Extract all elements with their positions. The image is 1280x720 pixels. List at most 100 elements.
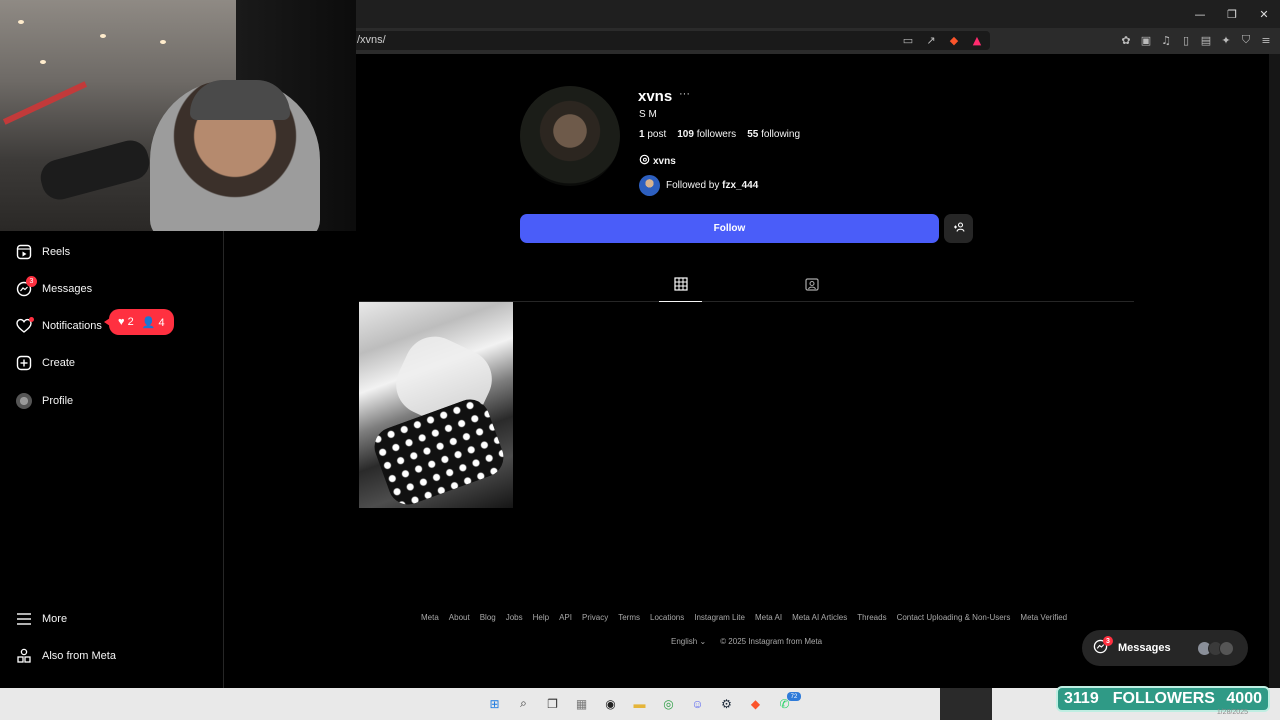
obs-icon[interactable]: ◉ xyxy=(600,693,621,714)
post-thumbnail[interactable] xyxy=(359,302,513,508)
followed-by[interactable]: Followed by fzx_444 xyxy=(639,175,758,196)
goal-target: 4000 xyxy=(1226,690,1262,707)
footer-link[interactable]: Blog xyxy=(480,613,496,622)
footer-link[interactable]: Meta Verified xyxy=(1020,613,1067,622)
profile-username: xvns xyxy=(638,88,673,105)
page-scrollbar[interactable] xyxy=(1269,54,1280,688)
address-bar[interactable] xyxy=(350,31,990,50)
tagged-icon xyxy=(805,277,819,296)
messages-badge: 3 xyxy=(26,276,37,287)
browser-menu-icon[interactable]: ≡ xyxy=(1258,33,1274,47)
footer-link[interactable]: Contact Uploading & Non-Users xyxy=(897,613,1011,622)
profile-full-name: S M xyxy=(639,109,657,120)
search-icon[interactable]: ⌕ xyxy=(513,693,534,714)
restore-button[interactable]: ❐ xyxy=(1216,0,1248,28)
task-view-icon[interactable]: ❐ xyxy=(542,693,563,714)
tab-search-icon[interactable]: ▣ xyxy=(1138,33,1154,47)
url-text[interactable]: /xvns/ xyxy=(357,34,386,46)
vpn-icon[interactable]: ⛉ xyxy=(1238,33,1254,47)
followed-by-user: fzx_444 xyxy=(722,180,759,191)
sidebar-item-also-from-meta[interactable]: Also from Meta xyxy=(16,644,116,668)
grid-icon xyxy=(673,277,688,296)
media-icon[interactable]: ♫ xyxy=(1158,33,1174,47)
language-label: English xyxy=(671,637,698,646)
store-icon[interactable]: ▦ xyxy=(571,693,592,714)
share-icon[interactable]: ↗ xyxy=(923,33,939,47)
plus-square-icon xyxy=(16,355,32,371)
file-explorer-icon[interactable]: ▬ xyxy=(629,693,650,714)
follows-count-value: 4 xyxy=(158,316,165,329)
following-stat[interactable]: 55 following xyxy=(747,129,800,140)
footer-link[interactable]: Meta AI Articles xyxy=(792,613,847,622)
taskbar-active-window xyxy=(940,688,992,720)
sidebar-item-create[interactable]: Create xyxy=(16,351,75,375)
close-window-button[interactable]: ✕ xyxy=(1248,0,1280,28)
sidebar-item-notifications[interactable]: Notifications xyxy=(16,314,102,338)
heart-icon xyxy=(16,317,34,334)
discord-icon[interactable]: ☺ xyxy=(687,693,708,714)
wallet-icon[interactable]: ▤ xyxy=(1198,33,1214,47)
messages-float-label: Messages xyxy=(1118,642,1171,654)
window-controls: — ❐ ✕ xyxy=(1184,0,1280,28)
chevron-down-icon: ⌄ xyxy=(699,637,707,646)
sidebar-item-label: Create xyxy=(42,357,76,369)
sidebar-item-label: Profile xyxy=(42,395,74,407)
goal-date: 1/28/2025 xyxy=(1216,709,1248,716)
sidebar-item-profile[interactable]: Profile xyxy=(16,389,73,413)
footer-link[interactable]: Locations xyxy=(650,613,684,622)
tab-tagged[interactable] xyxy=(802,277,822,297)
followed-by-prefix: Followed by xyxy=(666,180,720,191)
profile-avatar-icon xyxy=(16,393,32,409)
taskbar-icons: ⊞ ⌕ ❐ ▦ ◉ ▬ ◎ ☺ ⚙ ◆ ✆ xyxy=(484,693,795,714)
sidebar-item-more[interactable]: More xyxy=(16,607,67,631)
sidebar-item-label: Also from Meta xyxy=(42,650,116,662)
goal-label: FOLLOWERS xyxy=(1112,690,1215,707)
footer-link[interactable]: Terms xyxy=(618,613,640,622)
messages-float-badge: 3 xyxy=(1103,636,1113,646)
follow-button[interactable]: Follow xyxy=(520,214,939,243)
profile-stats: 1 post 109 followers 55 following xyxy=(639,129,800,140)
footer-link[interactable]: Privacy xyxy=(582,613,608,622)
avatar xyxy=(1219,641,1234,656)
followers-stat[interactable]: 109 followers xyxy=(677,129,736,140)
suggested-users-button[interactable] xyxy=(944,214,973,243)
brave-icon[interactable]: ◆ xyxy=(745,693,766,714)
notification-dot xyxy=(29,317,34,322)
threads-icon xyxy=(639,154,650,168)
whatsapp-badge: 72 xyxy=(787,692,801,701)
threads-handle: xvns xyxy=(653,155,676,167)
sidebar-item-messages[interactable]: 3 Messages xyxy=(16,276,93,301)
footer-link[interactable]: Threads xyxy=(857,613,886,622)
notification-summary-pill[interactable]: ♥ 2 👤 4 xyxy=(104,309,174,335)
leo-ai-icon[interactable]: ✦ xyxy=(1218,33,1234,47)
tab-posts[interactable] xyxy=(659,277,702,302)
sidebar-item-label: Messages xyxy=(42,283,93,295)
footer-link[interactable]: Help xyxy=(533,613,549,622)
threads-link[interactable]: xvns xyxy=(639,154,676,168)
footer-link[interactable]: Jobs xyxy=(506,613,523,622)
footer-link[interactable]: API xyxy=(559,613,572,622)
profile-options-icon[interactable]: ··· xyxy=(679,88,690,100)
install-app-icon[interactable]: ▭ xyxy=(900,33,916,47)
sidebar-item-label: More xyxy=(42,613,68,625)
footer-link[interactable]: Meta xyxy=(421,613,439,622)
webcam-overlay xyxy=(0,0,356,231)
brave-rewards-icon[interactable]: ▲ xyxy=(969,33,985,47)
extensions-icon[interactable]: ✿ xyxy=(1118,33,1134,47)
minimize-button[interactable]: — xyxy=(1184,0,1216,28)
steam-icon[interactable]: ⚙ xyxy=(716,693,737,714)
brave-shields-icon[interactable]: ◆ xyxy=(946,33,962,47)
chrome-icon[interactable]: ◎ xyxy=(658,693,679,714)
sidebar-item-reels[interactable]: Reels xyxy=(16,240,70,264)
footer-link[interactable]: Instagram Lite xyxy=(694,613,745,622)
add-person-icon xyxy=(953,221,965,236)
sidebar-toggle-icon[interactable]: ▯ xyxy=(1178,33,1194,47)
copyright: © 2025 Instagram from Meta xyxy=(720,637,823,646)
profile-avatar[interactable] xyxy=(520,86,620,186)
footer-link[interactable]: Meta AI xyxy=(755,613,782,622)
messages-drawer-button[interactable]: 3 Messages xyxy=(1082,630,1248,666)
windows-start-icon[interactable]: ⊞ xyxy=(484,693,505,714)
follows-count: 👤 4 xyxy=(141,316,165,329)
footer-link[interactable]: About xyxy=(449,613,470,622)
language-select[interactable]: English ⌄ xyxy=(671,637,706,646)
